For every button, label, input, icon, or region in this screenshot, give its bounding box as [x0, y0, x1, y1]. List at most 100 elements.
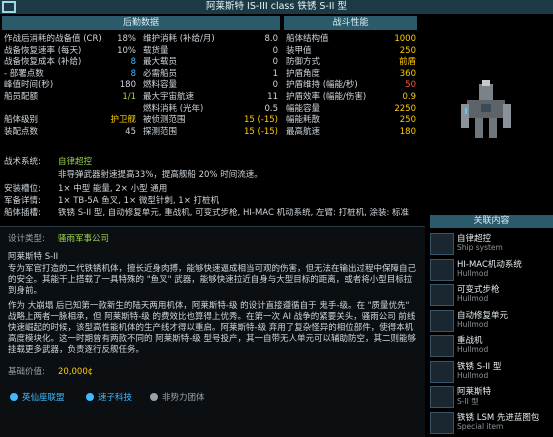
logistics-right-value: 0	[272, 45, 278, 56]
related-item-type: Hullmod	[457, 370, 489, 380]
logistics-right-label: 被侦测范围	[143, 115, 186, 126]
window-title: 阿莱斯特 IS-III class 铁锈 S-II 型	[0, 0, 553, 14]
tactical-system-value[interactable]: 自律超控	[58, 157, 92, 168]
logistics-right-label: 必需船员	[143, 68, 178, 79]
logistics-left-row: 战备恢复速率 (每天) 10%	[4, 46, 136, 57]
blueprint-icon	[430, 411, 454, 434]
related-item-type: Hullmod	[457, 319, 489, 329]
ship-icon	[430, 386, 454, 408]
faction-tachyon-tech[interactable]: 速子科技	[86, 392, 132, 404]
related-item-type: Hullmod	[457, 345, 489, 354]
logistics-header-label: 后勤数据	[122, 18, 159, 28]
logistics-left-label: 船员配额	[4, 92, 39, 102]
hullmods-label: 船体插槽:	[4, 208, 41, 218]
logistics-right-label: 燃料消耗 (光年)	[143, 103, 204, 114]
faction-label: 英仙座联盟	[22, 393, 65, 403]
logistics-left-label: 船体级别	[4, 115, 39, 126]
logistics-left-value: 10%	[117, 45, 136, 56]
faction-flag-icon	[86, 393, 94, 401]
logistics-right-value: 11	[267, 92, 278, 102]
related-item-type: Special item	[457, 421, 504, 431]
logistics-left-value: 护卫舰	[110, 115, 136, 126]
logistics-right-value: 8.0	[264, 34, 278, 44]
combat-stat-row: 护盾角度 360	[286, 69, 416, 80]
tactical-system-label: 战术系统:	[4, 157, 41, 167]
related-item[interactable]: 铁锈 LSM 先进蓝图包 Special item	[430, 411, 553, 434]
related-item-type: Ship system	[457, 243, 503, 252]
logistics-right-row: 维护消耗 (补给/月) 8.0	[143, 34, 278, 45]
combat-stat-row: 船体结构值 1000	[286, 34, 416, 45]
related-item[interactable]: 重战机 Hullmod	[430, 334, 553, 357]
combat-stat-label: 护盾角度	[286, 68, 321, 79]
logistics-left-row	[4, 104, 136, 115]
logistics-left-row: 作战后消耗的战备值 (CR) 18%	[4, 34, 136, 45]
combat-stat-value: 250	[399, 115, 416, 126]
related-item[interactable]: 铁锈 S-II 型 Hullmod	[430, 360, 553, 383]
design-type-value: 骚雨军事公司	[58, 234, 110, 244]
base-value-label: 基础价值:	[8, 367, 45, 377]
combat-stat-value: 180	[399, 126, 416, 137]
logistics-right-value: 0	[272, 80, 278, 91]
logistics-right-row: 载货量 0	[143, 46, 278, 57]
logistics-right-label: 维护消耗 (补给/月)	[143, 34, 215, 44]
logistics-right-value: 15 (-15)	[243, 126, 278, 137]
combat-stat-value: 2250	[394, 103, 416, 114]
codex-logo-icon	[2, 1, 16, 13]
combat-stat-label: 护盾维持 (幅能/秒)	[286, 80, 358, 91]
combat-stat-label: 护盾效率 (幅能/伤害)	[286, 92, 367, 102]
related-item[interactable]: HI-MAC机动系统 Hullmod	[430, 258, 553, 281]
logistics-right-row: 探测范围 15 (-15)	[143, 127, 278, 138]
logistics-left-value: 8	[130, 68, 136, 79]
logistics-left-row: 装配点数 45	[4, 127, 136, 138]
combat-header-label: 战斗性能	[332, 18, 369, 28]
logistics-right-row: 必需船员 1	[143, 69, 278, 80]
hullmods-value: 铁锈 S-II 型, 自动修复单元, 重战机, 可变式步枪, HI-MAC 机动…	[58, 208, 410, 218]
related-item-type: Hullmod	[457, 268, 489, 278]
combat-stat-value: 250	[399, 45, 416, 56]
combat-stat-row: 装甲值 250	[286, 46, 416, 57]
design-type-label: 设计类型:	[8, 234, 45, 244]
armaments-value: 1× TB-5A 鱼叉, 1× 微型针刺, 1× 打桩机	[58, 196, 220, 206]
logistics-right-value: 15 (-15)	[243, 115, 278, 126]
combat-stat-row: 防御方式 前盾	[286, 57, 416, 68]
tactical-system-row: 战术系统:	[4, 157, 41, 168]
combat-stat-row: 护盾维持 (幅能/秒) 50	[286, 80, 416, 91]
related-item[interactable]: 自动修复单元 Hullmod	[430, 309, 553, 332]
combat-stat-row: 幅能容量 2250	[286, 104, 416, 115]
mounts-value: 1× 中型 能量, 2× 小型 通用	[58, 184, 168, 194]
logistics-left-row: - 部署点数 8	[4, 69, 136, 80]
logistics-right-label: 探测范围	[143, 126, 178, 137]
logistics-left-label: 装配点数	[4, 126, 39, 137]
ship-name-line: 阿莱斯特 S-II	[8, 252, 59, 262]
logistics-left-label: 峰值时间(秒)	[4, 80, 54, 91]
faction-independent[interactable]: 非势力团体	[150, 392, 205, 404]
hullmod-icon	[430, 258, 454, 281]
logistics-right-label: 最大宇宙航速	[143, 92, 195, 102]
logistics-left-value: 180	[119, 80, 136, 91]
logistics-left-row: 船员配额 1/1	[4, 92, 136, 103]
mounts-label: 安装槽位:	[4, 184, 41, 194]
logistics-left-value: 8	[130, 57, 136, 68]
description-paragraph-2: 作为 大崩塌 后已知第一款新生的陆天两用机体，阿莱斯特-级 的设计直接遵循自于 …	[8, 301, 416, 355]
logistics-right-label: 载货量	[143, 45, 169, 56]
hullmod-icon	[430, 360, 454, 383]
related-item[interactable]: 可变式步枪 Hullmod	[430, 283, 553, 306]
hullmod-icon	[430, 309, 454, 332]
tactical-system-description: 非导弹武器射速提高33%，提高舰船 20% 时间流速。	[58, 170, 263, 180]
related-item[interactable]: 阿莱斯特 S-II 型	[430, 385, 553, 408]
combat-header: 战斗性能	[284, 16, 417, 30]
logistics-right-value: 0.5	[264, 103, 278, 114]
logistics-right-row: 最大载员 0	[143, 57, 278, 68]
combat-stat-value: 360	[399, 68, 416, 79]
combat-stat-label: 防御方式	[286, 57, 321, 68]
related-item[interactable]: 自律超控 Ship system	[430, 232, 553, 255]
faction-persean-league[interactable]: 英仙座联盟	[10, 392, 65, 404]
logistics-left-row: 战备恢复成本 (补给) 8	[4, 57, 136, 68]
faction-flag-icon	[10, 393, 18, 401]
combat-stat-label: 幅能容量	[286, 103, 321, 114]
related-content-header: 关联内容	[430, 215, 553, 228]
logistics-right-value: 1	[272, 68, 278, 79]
faction-label: 速子科技	[98, 393, 133, 403]
related-item-type: S-II 型	[457, 397, 479, 406]
combat-stat-label: 幅能耗散	[286, 115, 321, 126]
